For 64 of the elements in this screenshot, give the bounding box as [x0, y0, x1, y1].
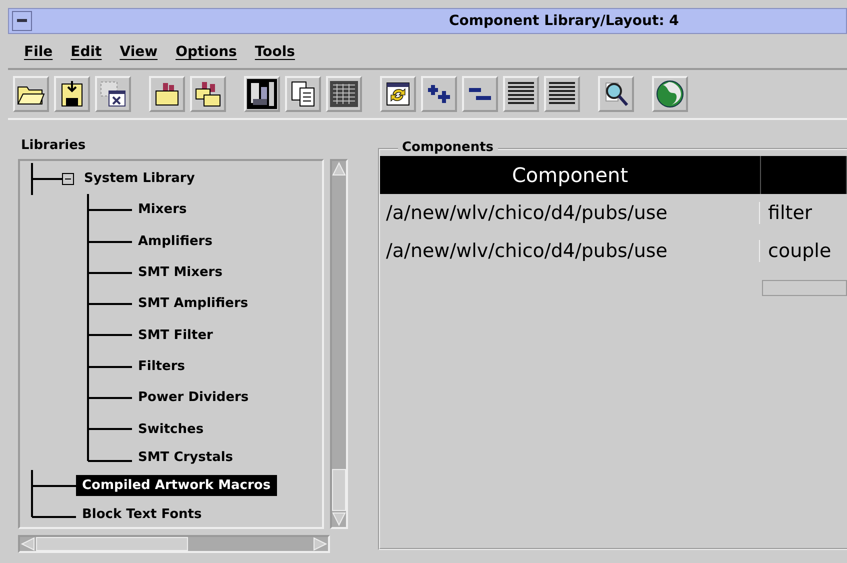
toolbar-button[interactable]	[244, 76, 280, 112]
menu-item[interactable]: View	[120, 44, 158, 60]
tree-line	[84, 350, 132, 383]
toolbar-button[interactable]	[285, 76, 321, 112]
tree-line	[84, 194, 132, 226]
tree-item[interactable]: SMT Mixers	[132, 262, 228, 284]
tree-item[interactable]: SMT Amplifiers	[132, 293, 254, 314]
toolbar-button[interactable]	[54, 76, 90, 112]
vertical-scrollbar[interactable]	[330, 159, 348, 529]
scrollbar-thumb[interactable]	[332, 469, 346, 511]
menu-item[interactable]: Tools	[254, 44, 295, 60]
toolbar-button[interactable]	[503, 76, 539, 112]
tree-item[interactable]: Amplifiers	[132, 230, 218, 252]
tree-line	[28, 163, 62, 195]
minus-icon	[17, 19, 27, 23]
tree-item[interactable]: Block Text Fonts	[76, 504, 208, 525]
table-cell: /a/new/wlv/chico/d4/pubs/use	[380, 240, 760, 262]
window-menu-button[interactable]	[12, 11, 32, 31]
table-cell: /a/new/wlv/chico/d4/pubs/use	[380, 202, 760, 224]
toolbar-button[interactable]	[95, 76, 131, 112]
scrollbar-thumb[interactable]	[36, 537, 188, 551]
tree-line	[84, 382, 132, 414]
grid-icon	[329, 80, 359, 108]
table-cell-text: filter	[767, 202, 812, 224]
copy-icon	[289, 80, 317, 108]
horizontal-scrollbar[interactable]	[762, 280, 847, 296]
tree-item[interactable]: SMT Filter	[132, 324, 219, 346]
window-close-icon	[99, 80, 127, 108]
tree-line	[84, 256, 132, 289]
table-cell-text: couple	[767, 240, 832, 262]
toolbar-button[interactable]	[462, 76, 498, 112]
globe-icon	[655, 79, 685, 109]
toolbar-button[interactable]	[13, 76, 49, 112]
folder-icon	[153, 81, 181, 107]
toolbar-button[interactable]	[326, 76, 362, 112]
toolbar-button[interactable]	[190, 76, 226, 112]
toolbar-button[interactable]	[544, 76, 580, 112]
tree-line	[84, 288, 132, 320]
tree-item[interactable]: Switches	[132, 418, 210, 440]
tree-item[interactable]: Filters	[132, 356, 191, 377]
folders-icon	[194, 80, 222, 108]
tree-item[interactable]: Power Dividers	[132, 387, 255, 408]
window-title: Component Library/Layout: 4	[449, 13, 679, 29]
toolbar-button[interactable]	[598, 76, 634, 112]
collapse-icon[interactable]	[62, 172, 74, 185]
image-icon	[247, 79, 277, 109]
tree-item[interactable]: System Library	[78, 168, 201, 190]
toolbar-button[interactable]	[149, 76, 185, 112]
menu-item[interactable]: Edit	[70, 44, 102, 60]
floppy-disk-icon	[59, 80, 85, 108]
plus-icon	[425, 82, 453, 106]
tree-line	[84, 226, 132, 258]
menu-item[interactable]: File	[24, 44, 53, 60]
toolbar-button[interactable]	[421, 76, 457, 112]
panel-label: Libraries	[21, 138, 87, 153]
tree-line	[84, 319, 132, 352]
tree-item[interactable]: Mixers	[132, 199, 193, 220]
menu-item[interactable]: Options	[176, 44, 237, 60]
toolbar-button[interactable]	[380, 76, 416, 112]
refresh-icon	[384, 80, 412, 108]
tree-item[interactable]: SMT Crystals	[132, 446, 240, 468]
group-label: Components	[398, 140, 498, 155]
tree-item[interactable]: Compiled Artwork Macros	[76, 475, 277, 496]
toolbar-button[interactable]	[652, 76, 688, 112]
